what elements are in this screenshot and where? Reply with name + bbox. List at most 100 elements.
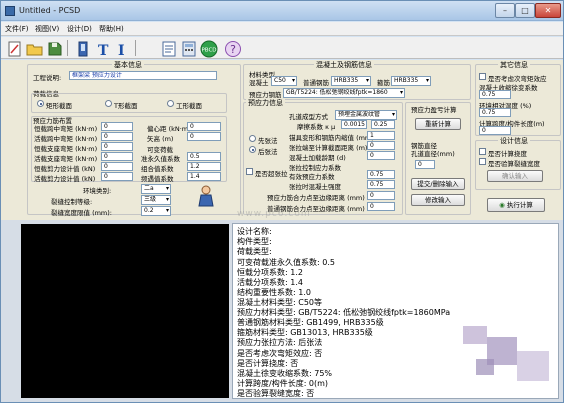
load-input-6[interactable]: 0	[101, 172, 133, 181]
env-select[interactable]: 二a	[141, 184, 171, 194]
confirm-input-button[interactable]: 确认输入	[487, 170, 543, 182]
blur-overlay	[476, 359, 494, 375]
friction-label: 摩擦系数 κ μ	[297, 123, 336, 131]
prestress-row-input-7[interactable]: 0	[367, 191, 395, 200]
rebar-select[interactable]: HRB335	[331, 76, 371, 86]
friction-k-input[interactable]: 0.0015	[341, 120, 367, 129]
right-input-4[interactable]: 0.5	[187, 152, 221, 161]
right-input-5[interactable]: 1.2	[187, 162, 221, 171]
blur-overlay	[463, 326, 487, 344]
load-label-6: 活载剪力设计值 (kN)	[34, 175, 96, 183]
load-input-1[interactable]: 0	[101, 122, 133, 131]
menu-file[interactable]: 文件(F)	[5, 24, 29, 34]
stirrup-select[interactable]: HRB335	[391, 76, 431, 86]
prestress-row-label-5: 有效预应力系数	[289, 173, 335, 181]
design-info-title: 设计信息	[498, 136, 530, 146]
creep-input[interactable]: 0.75	[479, 90, 511, 99]
crack-select[interactable]: 三级	[141, 195, 171, 205]
right-input-2[interactable]: 0	[187, 132, 221, 141]
deflection-checkbox[interactable]	[479, 148, 486, 155]
close-button[interactable]: ✕	[535, 3, 561, 18]
open-icon[interactable]	[25, 39, 43, 57]
load-input-2[interactable]: 0	[101, 132, 133, 141]
prestress-row-input-3[interactable]: 0	[367, 151, 395, 160]
svg-text:T: T	[98, 43, 109, 58]
prestress-row-input-5[interactable]: 0.75	[367, 170, 395, 179]
help-icon[interactable]: ?	[223, 39, 241, 57]
prestress-row-input-1[interactable]: 1	[367, 131, 395, 140]
minimize-button[interactable]: –	[495, 3, 515, 18]
run-calc-button[interactable]: ◉ 执行计算	[487, 198, 545, 212]
section-i-label: 工形截面	[176, 102, 202, 110]
overtension-checkbox[interactable]	[246, 168, 253, 175]
menu-view[interactable]: 视图(V)	[35, 24, 59, 34]
friction-mu-input[interactable]: 0.25	[371, 120, 395, 129]
menu-bar: 文件(F) 视图(V) 设计(D) 帮助(H)	[1, 22, 563, 36]
load-label-5: 恒载剪力设计值 (kN)	[34, 165, 96, 173]
report-icon[interactable]	[159, 39, 177, 57]
text-t-icon[interactable]: T	[93, 39, 111, 59]
section-i-radio[interactable]	[167, 100, 174, 107]
app-icon	[5, 6, 15, 16]
load-input-5[interactable]: 0	[101, 162, 133, 171]
recalc-button[interactable]: 重新计算	[415, 118, 461, 130]
strand-select[interactable]: GB/T5224: 低松弛钢绞线fptk=1860	[283, 88, 405, 98]
other-info-title: 其它信息	[498, 60, 530, 70]
duct-diameter-input[interactable]: 0	[415, 160, 435, 169]
posttension-radio[interactable]	[249, 146, 256, 153]
project-label: 工程说明:	[33, 74, 62, 82]
wizard-icon	[198, 185, 214, 207]
new-icon[interactable]	[5, 39, 23, 57]
load-label-4: 活载支座弯矩 (kN·m)	[34, 155, 98, 163]
report-line: 荷载类型:	[237, 247, 272, 256]
concrete-label: 混凝土	[249, 79, 269, 87]
humidity-input[interactable]: 0.75	[479, 108, 511, 117]
section-t-radio[interactable]	[105, 100, 112, 107]
prestress-row-input-2[interactable]: 0	[367, 141, 395, 150]
pbcd-icon[interactable]: PBCD	[199, 39, 218, 58]
menu-design[interactable]: 设计(D)	[67, 24, 92, 34]
right-label-1: 偏心距 (kN·m)	[147, 125, 191, 133]
maximize-button[interactable]: □	[515, 3, 535, 18]
span-input[interactable]: 0	[479, 126, 511, 135]
prestress-row-label-7: 预应力筋合力点至边缘距离 (mm)	[267, 194, 365, 202]
window-title: Untitled - PCSD	[19, 6, 81, 15]
prestress-row-input-6[interactable]: 0.75	[367, 180, 395, 189]
load-input-4[interactable]: 0	[101, 152, 133, 161]
calc-icon[interactable]	[179, 39, 197, 57]
prestress-row-input-8[interactable]: 0	[367, 202, 395, 211]
load-label-1: 恒载跨中弯矩 (kN·m)	[34, 125, 98, 133]
watermark: www.pc6.com	[237, 209, 311, 219]
modify-input-button[interactable]: 修改输入	[411, 194, 465, 206]
rebar-label: 普通钢筋	[303, 79, 329, 87]
right-input-1[interactable]: 0	[187, 122, 221, 131]
report-line: 是否验算裂缝宽度: 否	[237, 389, 315, 398]
basic-info-title: 基本信息	[112, 60, 144, 70]
report-line: 预应力张拉方法: 后张法	[237, 338, 323, 347]
overtension-label: 是否超张拉	[255, 170, 288, 178]
method-label: 孔道成型方式	[289, 113, 328, 121]
svg-text:I: I	[118, 43, 125, 58]
save-icon[interactable]	[45, 39, 63, 57]
console-pane[interactable]	[21, 224, 229, 398]
env-label: 环境类别:	[83, 187, 112, 195]
project-input[interactable]: 框架梁 预应力设计	[69, 71, 217, 80]
title-bar[interactable]: Untitled - PCSD – □ ✕	[1, 1, 563, 21]
right-label-5: 组合值系数	[141, 165, 174, 173]
secondary-moment-checkbox[interactable]	[479, 73, 486, 80]
ultimate-title: 预应力盈亏计算	[411, 106, 457, 114]
method-select[interactable]: 预埋金属波纹管	[335, 110, 397, 120]
text-i-icon[interactable]: I	[113, 39, 131, 59]
report-pane[interactable]: 设计名称: 构件类型: 荷载类型: 可变荷载准永久值系数: 0.5 恒载分项系数…	[232, 223, 559, 399]
load-input-3[interactable]: 0	[101, 142, 133, 151]
crack-width-checkbox[interactable]	[479, 158, 486, 165]
right-input-6[interactable]: 1.4	[187, 172, 221, 181]
concrete-select[interactable]: C50	[271, 76, 297, 86]
section-rect-radio[interactable]	[37, 100, 44, 107]
device-icon[interactable]	[73, 39, 91, 57]
section-rect-label: 矩形截面	[46, 102, 72, 110]
ratio-select[interactable]: 0.2	[141, 206, 171, 216]
commit-input-button[interactable]: 提交/删除输入	[411, 178, 465, 190]
pretension-radio[interactable]	[249, 135, 256, 142]
menu-help[interactable]: 帮助(H)	[99, 24, 124, 34]
